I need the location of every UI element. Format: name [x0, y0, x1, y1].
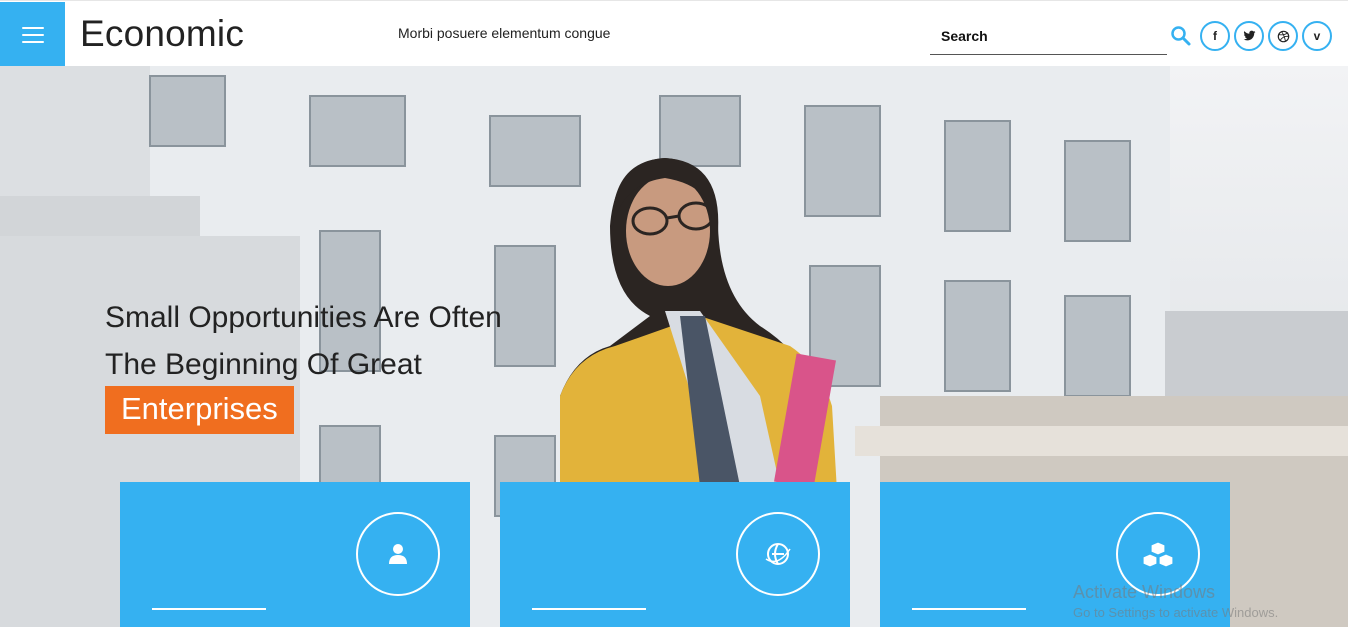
feature-card[interactable]: [500, 482, 850, 627]
hero-highlight: Enterprises: [105, 386, 294, 434]
search-field: [930, 19, 1167, 55]
watermark-subtitle: Go to Settings to activate Windows.: [1073, 605, 1279, 620]
user-icon: [356, 512, 440, 596]
watermark-title: Activate Windows: [1073, 582, 1216, 602]
globe-icon: [736, 512, 820, 596]
card-divider: [152, 608, 266, 610]
card-divider: [532, 608, 646, 610]
activation-watermark: Activate Windows Go to Settings to activ…: [1073, 582, 1278, 620]
hero-banner: Small Opportunities Are Often The Beginn…: [0, 66, 1348, 627]
search-icon[interactable]: [1170, 25, 1192, 47]
facebook-icon[interactable]: f: [1200, 21, 1230, 51]
hamburger-icon: [21, 26, 44, 43]
site-logo[interactable]: Economic: [80, 13, 244, 55]
vimeo-icon[interactable]: v: [1302, 21, 1332, 51]
feature-card[interactable]: [120, 482, 470, 627]
twitter-icon[interactable]: [1234, 21, 1264, 51]
hero-title-line-1: Small Opportunities Are Often: [105, 301, 502, 334]
feature-cards: [120, 482, 1230, 627]
social-links: f v: [1200, 21, 1332, 51]
dribbble-icon[interactable]: [1268, 21, 1298, 51]
site-header: Economic Morbi posuere elementum congue …: [0, 0, 1348, 67]
card-divider: [912, 608, 1026, 610]
site-tagline: Morbi posuere elementum congue: [398, 25, 611, 41]
hero-title-line-2: The Beginning Of Great: [105, 348, 422, 381]
search-input[interactable]: [930, 19, 1167, 53]
menu-button[interactable]: [0, 2, 65, 67]
hero-title: Small Opportunities Are Often The Beginn…: [105, 294, 502, 388]
